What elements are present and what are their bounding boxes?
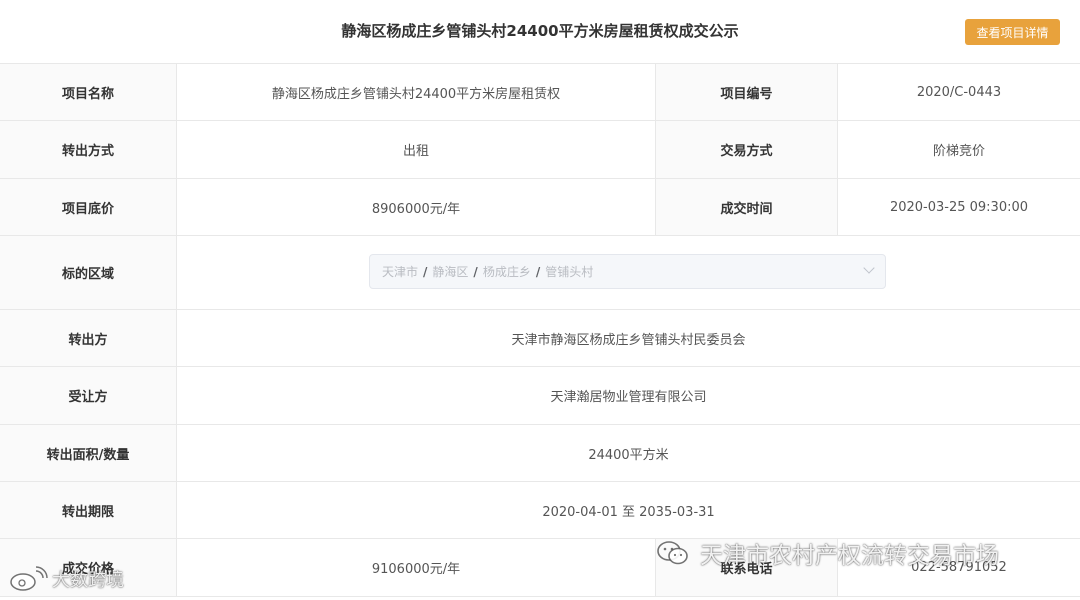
base-price-value: 8906000元/年 [177,179,656,235]
page-title: 静海区杨成庄乡管铺头村24400平方米房屋租赁权成交公示 [341,22,739,40]
info-row-transferee: 受让方 天津瀚居物业管理有限公司 [0,367,1080,425]
project-number-label: 项目编号 [656,64,838,120]
view-project-details-button[interactable]: 查看项目详情 [965,19,1060,45]
deal-time-label: 成交时间 [656,179,838,235]
transferee-value: 天津瀚居物业管理有限公司 [550,390,707,405]
wechat-watermark-text: 天津市农村产权流转交易市场 [700,543,999,569]
info-row-term: 转出期限 2020-04-01 至 2035-03-31 [0,482,1080,539]
info-row-transferor: 转出方 天津市静海区杨成庄乡管铺头村民委员会 [0,310,1080,367]
info-row-transfer-method: 转出方式 出租 交易方式 阶梯竞价 [0,121,1080,179]
wechat-icon [657,541,688,565]
wechat-watermark: 天津市农村产权流转交易市场 [656,533,999,573]
project-name-value: 静海区杨成庄乡管铺头村24400平方米房屋租赁权 [177,64,656,120]
page-header: 静海区杨成庄乡管铺头村24400平方米房屋租赁权成交公示 查看项目详情 [0,0,1080,64]
project-number-value: 2020/C-0443 [916,84,1002,100]
info-row-project-name: 项目名称 静海区杨成庄乡管铺头村24400平方米房屋租赁权 项目编号 2020/… [0,64,1080,121]
region-separator: / [535,264,541,279]
area-label: 转出面积/数量 [0,425,177,481]
region-township: 杨成庄乡 [482,265,531,279]
project-name-label: 项目名称 [0,64,177,120]
transfer-method-value: 出租 [177,121,656,178]
region-city: 天津市 [382,265,419,279]
weibo-icon [10,566,48,591]
weibo-watermark-text: 大数跨境 [52,570,124,591]
base-price-label: 项目底价 [0,179,177,235]
region-separator: / [423,264,428,279]
weibo-watermark: 大数跨境 [8,562,124,596]
chevron-down-icon [863,262,875,274]
region-label: 标的区域 [0,236,177,309]
transferor-label: 转出方 [0,310,177,366]
term-value: 2020-04-01 至 2035-03-31 [542,504,715,520]
region-village: 管铺头村 [545,265,594,279]
transferee-label: 受让方 [0,367,177,424]
deal-price-value: 9106000元/年 [177,539,656,596]
region-cascader[interactable]: 天津市 / 静海区 / 杨成庄乡 / 管铺头村 [369,254,886,289]
info-row-base-price: 项目底价 8906000元/年 成交时间 2020-03-25 09:30:00 [0,179,1080,236]
region-district: 静海区 [432,265,469,279]
term-label: 转出期限 [0,482,177,538]
deal-time-value: 2020-03-25 09:30:00 [889,199,1029,215]
transferor-value: 天津市静海区杨成庄乡管铺头村民委员会 [511,332,746,348]
info-row-region: 标的区域 天津市 / 静海区 / 杨成庄乡 / 管铺头村 [0,236,1080,310]
region-separator: / [473,264,478,279]
transfer-method-label: 转出方式 [0,121,177,178]
info-row-area: 转出面积/数量 24400平方米 [0,425,1080,482]
trade-method-label: 交易方式 [656,121,838,178]
trade-method-value: 阶梯竞价 [932,144,985,159]
area-value: 24400平方米 [588,447,669,463]
